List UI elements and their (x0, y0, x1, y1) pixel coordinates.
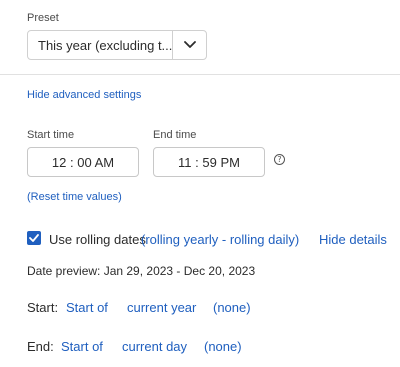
start-time-label: Start time (27, 129, 75, 141)
reset-time-values-link[interactable]: (Reset time values) (27, 191, 122, 203)
checkmark-icon (29, 234, 39, 242)
start-unit-link[interactable]: current year (127, 300, 196, 315)
info-icon[interactable]: ? (274, 154, 285, 165)
start-anchor-link[interactable]: Start of (66, 300, 108, 315)
preset-dropdown[interactable]: This year (excluding t... (27, 30, 207, 60)
end-time-label: End time (153, 129, 197, 141)
date-preview: Date preview: Jan 29, 2023 - Dec 20, 202… (27, 264, 256, 278)
rolling-dates-label: Use rolling dates (49, 232, 146, 247)
start-offset-link[interactable]: (none) (213, 300, 251, 315)
rolling-detail-link[interactable]: (rolling yearly - rolling daily) (141, 232, 299, 247)
preset-value[interactable]: This year (excluding t... (28, 31, 172, 59)
rolling-dates-checkbox[interactable] (27, 231, 41, 245)
hide-details-link[interactable]: Hide details (319, 232, 387, 247)
start-row-label: Start: (27, 300, 59, 315)
preset-label: Preset (27, 12, 59, 24)
end-time-field[interactable]: 11 : 59 PM (153, 147, 265, 177)
end-unit-link[interactable]: current day (122, 339, 187, 354)
start-time-field[interactable]: 12 : 00 AM (27, 147, 139, 177)
end-offset-link[interactable]: (none) (204, 339, 242, 354)
chevron-down-icon (183, 41, 196, 48)
hide-advanced-settings-link[interactable]: Hide advanced settings (27, 89, 141, 101)
end-row-label: End: (27, 339, 54, 354)
section-divider (0, 74, 400, 75)
end-anchor-link[interactable]: Start of (61, 339, 103, 354)
preset-toggle-button[interactable] (172, 31, 206, 59)
